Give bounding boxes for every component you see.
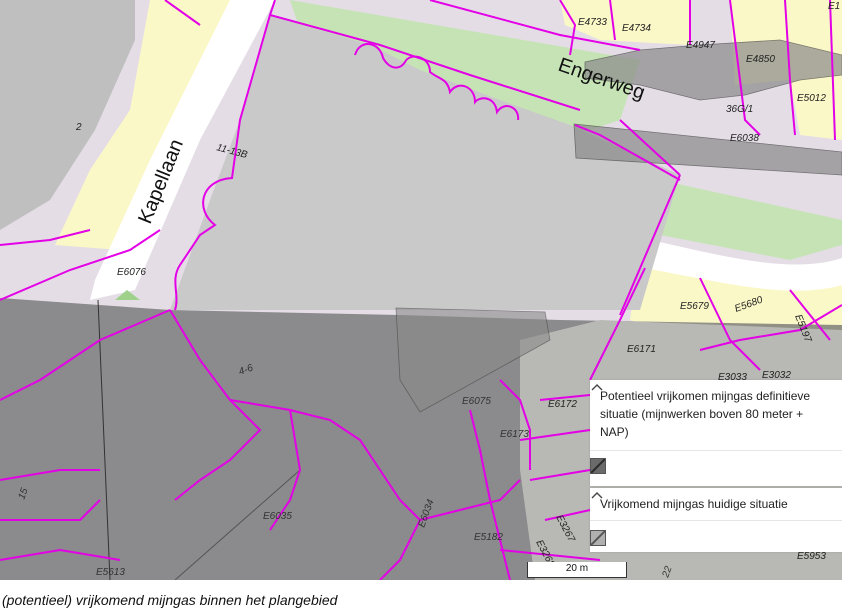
parcel-label: E4734 bbox=[622, 23, 651, 34]
hatched-light-swatch-icon bbox=[590, 530, 606, 546]
scale-bar-label: 20 m bbox=[565, 563, 589, 574]
house-number: 2 bbox=[75, 122, 82, 133]
parcel-label: E5613 bbox=[96, 567, 125, 578]
parcel-label: E5182 bbox=[474, 532, 503, 543]
parcel-label: E6172 bbox=[548, 399, 577, 410]
legend-item-current[interactable]: Vrijkomend mijngas huidige situatie bbox=[590, 488, 842, 552]
chevron-up-icon[interactable] bbox=[590, 488, 604, 502]
parcel-label: E5679 bbox=[680, 301, 709, 312]
parcel-label: E6038 bbox=[730, 133, 759, 144]
parcel-label: E6171 bbox=[627, 344, 656, 355]
parcel-label: E4850 bbox=[746, 54, 775, 65]
parcel-label: E4947 bbox=[686, 40, 715, 51]
map-view[interactable]: Kapellaan Engerweg 2 11-13B 36G/1 4-6 15… bbox=[0, 0, 842, 580]
scale-bar: 20 m bbox=[527, 562, 627, 578]
legend-title: Vrijkomend mijngas huidige situatie bbox=[600, 497, 788, 511]
parcel-label: E6035 bbox=[263, 511, 292, 522]
parcel-label: E6173 bbox=[500, 429, 529, 440]
parcel-label: E1 bbox=[828, 1, 840, 12]
parcel-label: E6075 bbox=[462, 396, 491, 407]
parcel-label: E6076 bbox=[117, 267, 146, 278]
house-number: 36G/1 bbox=[726, 104, 753, 115]
legend-title: Potentieel vrijkomen mijngas definitieve… bbox=[600, 389, 811, 439]
legend-divider bbox=[590, 520, 842, 521]
legend-divider bbox=[590, 450, 842, 451]
hatched-dark-swatch-icon bbox=[590, 458, 606, 474]
legend-item-definitive[interactable]: Potentieel vrijkomen mijngas definitieve… bbox=[590, 380, 842, 486]
parcel-label: E5953 bbox=[797, 551, 826, 562]
chevron-up-icon[interactable] bbox=[590, 380, 604, 394]
parcel-label: E5012 bbox=[797, 93, 826, 104]
figure-caption: (potentieel) vrijkomend mijngas binnen h… bbox=[2, 592, 338, 608]
parcel-label: E4733 bbox=[578, 17, 607, 28]
